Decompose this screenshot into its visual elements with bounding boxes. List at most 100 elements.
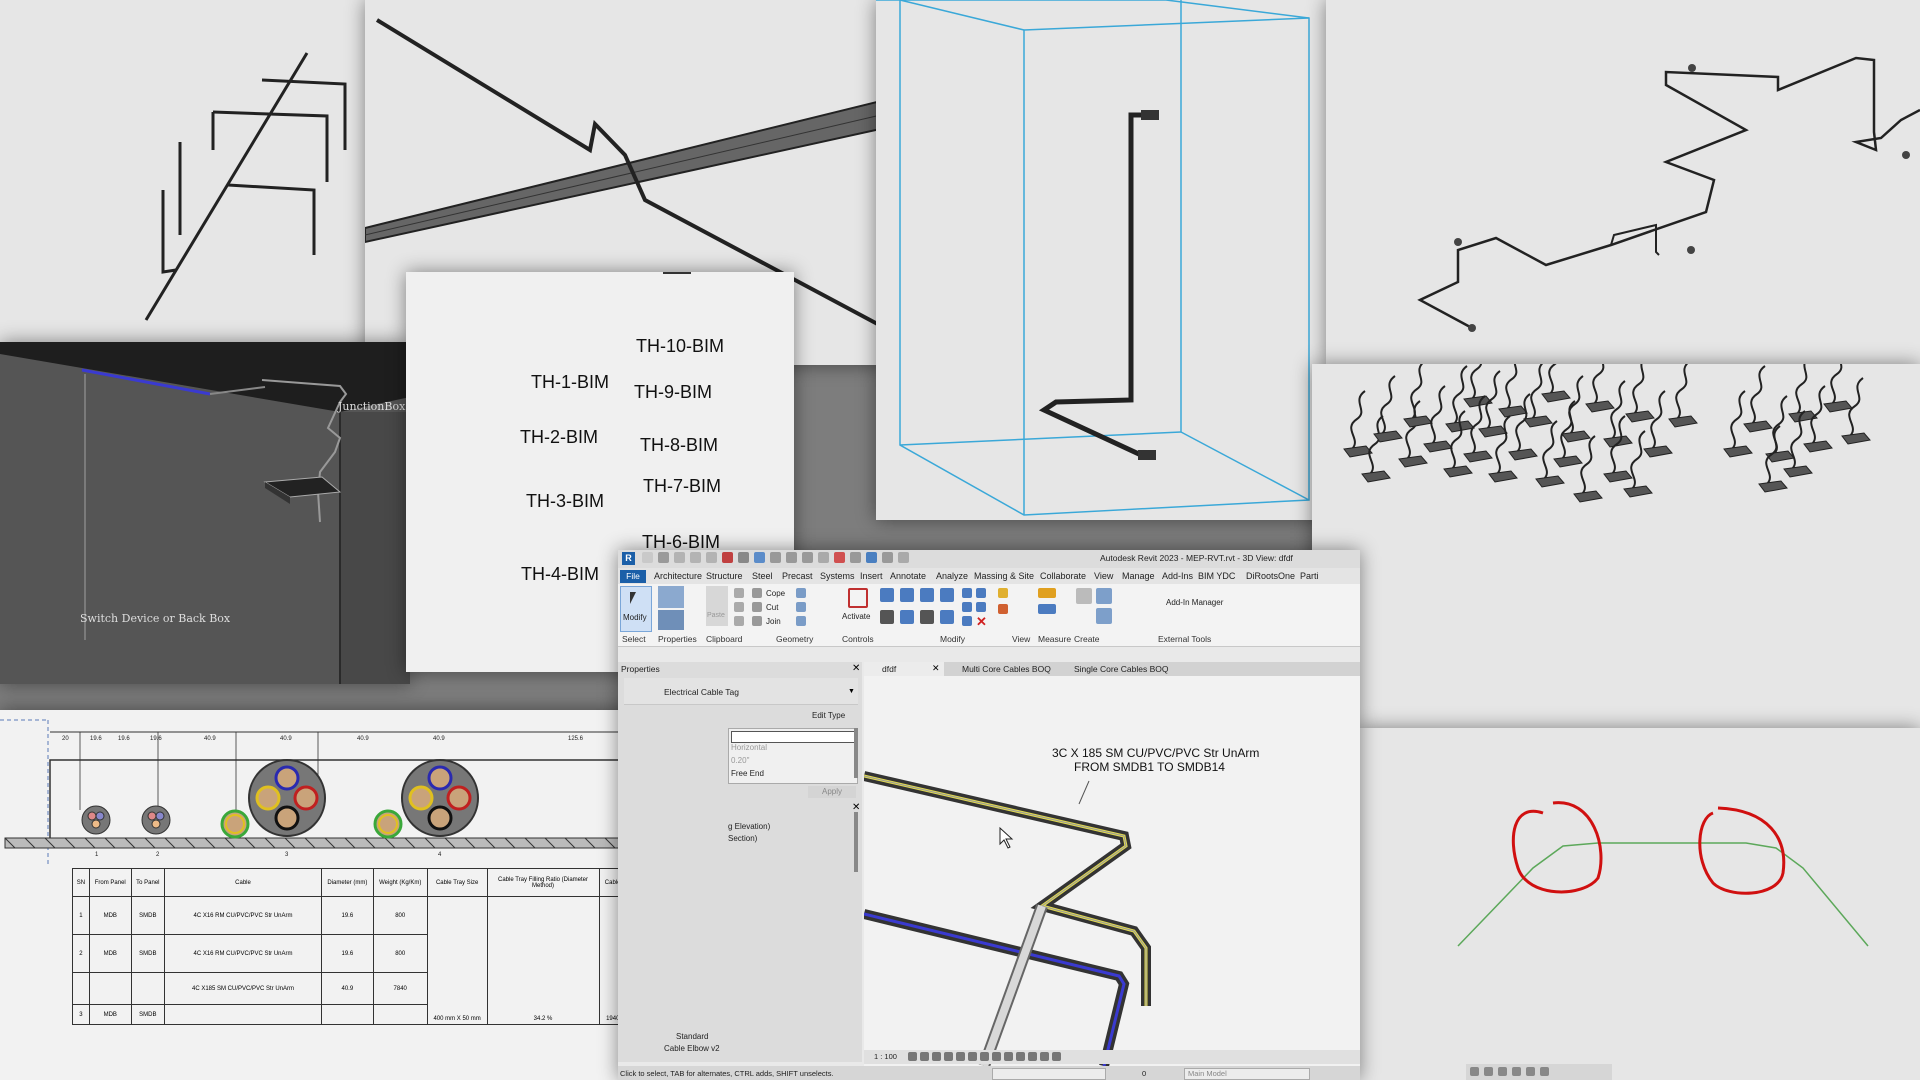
browser-scrollbar[interactable]	[854, 812, 858, 872]
sun-path-icon[interactable]	[932, 1052, 941, 1061]
property-value[interactable]: Free End	[731, 769, 764, 778]
edit-type-button[interactable]: Edit Type	[812, 710, 858, 722]
tab-structure[interactable]: Structure	[706, 571, 743, 581]
unpin-icon[interactable]	[962, 616, 972, 626]
measure-tool-icon[interactable]	[1038, 588, 1056, 598]
highlight-icon[interactable]	[1028, 1052, 1037, 1061]
sync-icon[interactable]	[882, 552, 893, 563]
thin-lines-icon[interactable]	[786, 552, 797, 563]
delete-icon[interactable]: ✕	[976, 614, 987, 630]
cope-label[interactable]: Cope	[766, 589, 785, 598]
close-hidden-icon[interactable]	[770, 552, 781, 563]
select-by-face-icon[interactable]	[1512, 1067, 1521, 1076]
create-parts-icon[interactable]	[1096, 588, 1112, 604]
tab-addins[interactable]: Add-Ins	[1162, 571, 1193, 581]
tab-systems[interactable]: Systems	[820, 571, 855, 581]
properties-scrollbar[interactable]	[854, 728, 858, 778]
view-scale[interactable]: 1 : 100	[874, 1052, 897, 1061]
switch-windows-icon[interactable]	[802, 552, 813, 563]
tab-collaborate[interactable]: Collaborate	[1040, 571, 1086, 581]
type-selector[interactable]: Electrical Cable Tag ▼	[624, 678, 858, 705]
split-face-icon[interactable]	[796, 588, 806, 598]
join-icon[interactable]	[752, 616, 762, 626]
override-graphics-icon[interactable]	[998, 604, 1008, 614]
copy-element-icon[interactable]	[900, 610, 914, 624]
cut-icon[interactable]	[734, 602, 744, 612]
rotate-icon[interactable]	[920, 610, 934, 624]
select-pinned-icon[interactable]	[1498, 1067, 1507, 1076]
tab-dirootsone[interactable]: DiRootsOne	[1246, 571, 1295, 581]
reveal-constraints-icon[interactable]	[1052, 1052, 1061, 1061]
tab-file[interactable]: File	[620, 570, 646, 583]
tab-bimydc[interactable]: BIM YDC	[1198, 571, 1235, 581]
tab-multi-core-boq[interactable]: Multi Core Cables BOQ	[962, 664, 1051, 674]
hide-icon[interactable]	[998, 588, 1008, 598]
tag-icon[interactable]	[834, 552, 845, 563]
properties-button[interactable]	[658, 586, 684, 608]
section-icon[interactable]	[850, 552, 861, 563]
redo-icon[interactable]	[690, 552, 701, 563]
customize-toolbar-icon[interactable]	[818, 552, 829, 563]
cut-label[interactable]: Cut	[766, 603, 778, 612]
create-group-icon[interactable]	[1096, 608, 1112, 624]
paint-icon[interactable]	[796, 602, 806, 612]
property-value[interactable]: Horizontal	[731, 743, 767, 752]
tab-precast[interactable]: Precast	[782, 571, 813, 581]
undo-icon[interactable]	[674, 552, 685, 563]
reveal-hidden-icon[interactable]	[1004, 1052, 1013, 1061]
show-crop-icon[interactable]	[968, 1052, 977, 1061]
print-icon[interactable]	[706, 552, 717, 563]
workset-selector[interactable]	[992, 1068, 1106, 1080]
property-value[interactable]: 0.20"	[731, 756, 749, 765]
text-icon[interactable]	[738, 552, 749, 563]
select-group-label[interactable]: Select	[622, 634, 646, 644]
crop-view-icon[interactable]	[956, 1052, 965, 1061]
lock-view-icon[interactable]	[980, 1052, 989, 1061]
measure-icon[interactable]	[722, 552, 733, 563]
tab-annotate[interactable]: Annotate	[890, 571, 926, 581]
temp-hide-icon[interactable]	[992, 1052, 1001, 1061]
activate-button[interactable]	[844, 588, 868, 610]
tab-view[interactable]: View	[1094, 571, 1113, 581]
visual-style-icon[interactable]	[920, 1052, 929, 1061]
addin-manager-button[interactable]: Add-In Manager	[1166, 598, 1223, 607]
revit-logo-icon[interactable]: R	[622, 552, 635, 565]
cable-tag-line2[interactable]: FROM SMDB1 TO SMDB14	[1074, 760, 1225, 774]
property-checkbox[interactable]	[731, 731, 855, 743]
analytical-icon[interactable]	[1016, 1052, 1025, 1061]
apply-button[interactable]: Apply	[808, 786, 856, 798]
default-3d-icon[interactable]	[866, 552, 877, 563]
browser-item[interactable]: g Elevation)	[728, 822, 770, 831]
mirror-axis-icon[interactable]	[920, 588, 934, 602]
cut-geometry-icon[interactable]	[752, 602, 762, 612]
tab-close-icon[interactable]: ✕	[932, 663, 940, 674]
tab-analyze[interactable]: Analyze	[936, 571, 968, 581]
join-label[interactable]: Join	[766, 617, 781, 626]
tab-architecture[interactable]: Architecture	[654, 571, 702, 581]
dropdown-arrow-icon[interactable]	[898, 552, 909, 563]
pin-icon[interactable]	[976, 602, 986, 612]
trim-icon[interactable]	[940, 610, 954, 624]
copy-icon[interactable]	[734, 588, 744, 598]
tab-insert[interactable]: Insert	[860, 571, 883, 581]
tab-dfdf[interactable]: dfdf ✕	[864, 662, 944, 676]
3d-view-canvas[interactable]: 3C X 185 SM CU/PVC/PVC Str UnArm FROM SM…	[864, 676, 1360, 1066]
scale-icon[interactable]	[962, 602, 972, 612]
cope-icon[interactable]	[752, 588, 762, 598]
dimension-icon[interactable]	[1038, 604, 1056, 614]
drag-elements-icon[interactable]	[1526, 1067, 1535, 1076]
tab-parti[interactable]: Parti	[1300, 571, 1319, 581]
mirror-draw-icon[interactable]	[940, 588, 954, 602]
split-icon[interactable]	[962, 588, 972, 598]
tab-massing[interactable]: Massing & Site	[974, 571, 1034, 581]
demolish-icon[interactable]	[796, 616, 806, 626]
select-underlay-icon[interactable]	[1484, 1067, 1493, 1076]
paste-button[interactable]: Paste	[706, 586, 728, 626]
browser-item[interactable]: Cable Elbow v2	[664, 1044, 720, 1053]
shadows-icon[interactable]	[944, 1052, 953, 1061]
save-icon[interactable]	[658, 552, 669, 563]
open-icon[interactable]	[642, 552, 653, 563]
create-assembly-icon[interactable]	[1076, 588, 1092, 604]
match-props-icon[interactable]	[734, 616, 744, 626]
select-links-icon[interactable]	[1470, 1067, 1479, 1076]
